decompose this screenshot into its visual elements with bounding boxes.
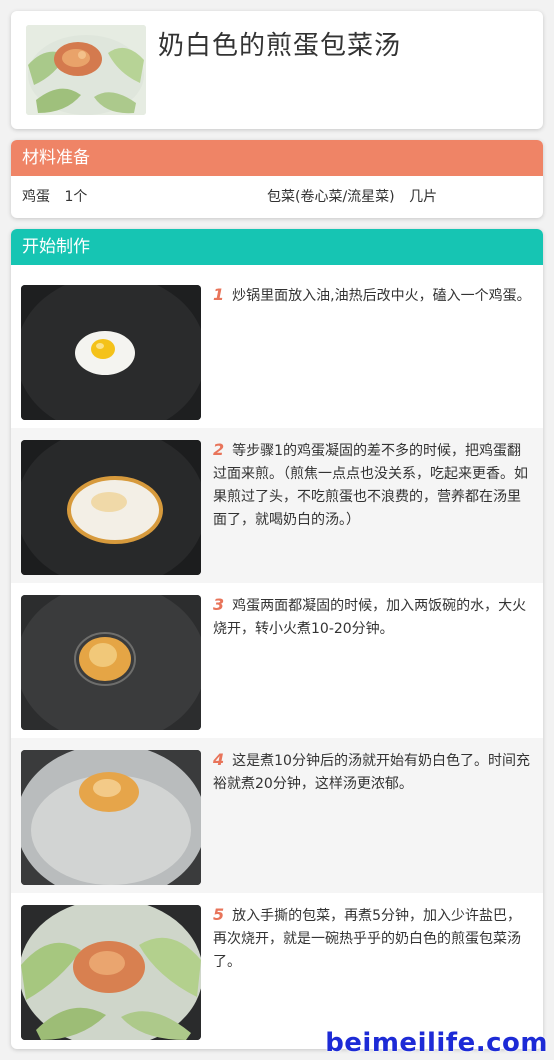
step-text: 等步骤1的鸡蛋凝固的差不多的时候，把鸡蛋翻过面来煎。（煎焦一点点也没关系，吃起来… [213, 443, 528, 528]
step-photo[interactable] [21, 285, 201, 420]
step-text: 炒锅里面放入油,油热后改中火，磕入一个鸡蛋。 [232, 288, 531, 304]
recipe-cover-image[interactable] [26, 25, 146, 115]
ingredient-item: 包菜(卷心菜/流星菜) 几片 [267, 186, 437, 206]
ingredients-card: 材料准备 鸡蛋 1个 包菜(卷心菜/流星菜) 几片 [11, 140, 543, 218]
steps-card: 开始制作 1 炒锅里面放入油,油热后改中火，磕入一个鸡蛋。 2 等步骤1的鸡蛋凝… [11, 229, 543, 1049]
step-photo[interactable] [21, 750, 201, 885]
step-photo[interactable] [21, 440, 201, 575]
step-photo[interactable] [21, 905, 201, 1040]
ingredients-heading: 材料准备 [11, 140, 543, 176]
step-number: 5 [213, 905, 225, 924]
step-number: 3 [213, 595, 225, 614]
step-item: 5 放入手撕的包菜，再煮5分钟，加入少许盐巴，再次烧开，就是一碗热乎乎的奶白色的煎… [11, 893, 543, 1048]
step-item: 2 等步骤1的鸡蛋凝固的差不多的时候，把鸡蛋翻过面来煎。（煎焦一点点也没关系，吃起… [11, 428, 543, 583]
step-number: 4 [213, 750, 225, 769]
ingredient-name: 包菜(卷心菜/流星菜) [267, 189, 395, 205]
step-text: 鸡蛋两面都凝固的时候，加入两饭碗的水，大火烧开，转小火煮10-20分钟。 [213, 598, 527, 637]
site-watermark: beimeilife.com [325, 1028, 548, 1058]
step-item: 4 这是煮10分钟后的汤就开始有奶白色了。时间充裕就煮20分钟，这样汤更浓郁。 [11, 738, 543, 893]
ingredient-item: 鸡蛋 1个 [22, 186, 87, 206]
step-description: 5 放入手撕的包菜，再煮5分钟，加入少许盐巴，再次烧开，就是一碗热乎乎的奶白色的煎… [213, 903, 531, 974]
step-description: 4 这是煮10分钟后的汤就开始有奶白色了。时间充裕就煮20分钟，这样汤更浓郁。 [213, 748, 531, 796]
step-description: 3 鸡蛋两面都凝固的时候，加入两饭碗的水，大火烧开，转小火煮10-20分钟。 [213, 593, 531, 641]
step-description: 2 等步骤1的鸡蛋凝固的差不多的时候，把鸡蛋翻过面来煎。（煎焦一点点也没关系，吃起… [213, 438, 531, 532]
ingredient-name: 鸡蛋 [22, 189, 50, 205]
ingredient-amount: 1个 [64, 189, 88, 205]
steps-heading: 开始制作 [11, 229, 543, 265]
step-item: 1 炒锅里面放入油,油热后改中火，磕入一个鸡蛋。 [11, 273, 543, 428]
step-photo[interactable] [21, 595, 201, 730]
step-number: 1 [213, 285, 225, 304]
step-text: 放入手撕的包菜，再煮5分钟，加入少许盐巴，再次烧开，就是一碗热乎乎的奶白色的煎蛋… [213, 908, 522, 970]
recipe-header-card: 奶白色的煎蛋包菜汤 [11, 11, 543, 129]
step-description: 1 炒锅里面放入油,油热后改中火，磕入一个鸡蛋。 [213, 283, 531, 308]
step-item: 3 鸡蛋两面都凝固的时候，加入两饭碗的水，大火烧开，转小火煮10-20分钟。 [11, 583, 543, 738]
step-text: 这是煮10分钟后的汤就开始有奶白色了。时间充裕就煮20分钟，这样汤更浓郁。 [213, 753, 530, 792]
step-number: 2 [213, 440, 225, 459]
recipe-title: 奶白色的煎蛋包菜汤 [158, 31, 402, 61]
ingredient-amount: 几片 [409, 189, 438, 205]
ingredients-list: 鸡蛋 1个 包菜(卷心菜/流星菜) 几片 [11, 176, 543, 218]
